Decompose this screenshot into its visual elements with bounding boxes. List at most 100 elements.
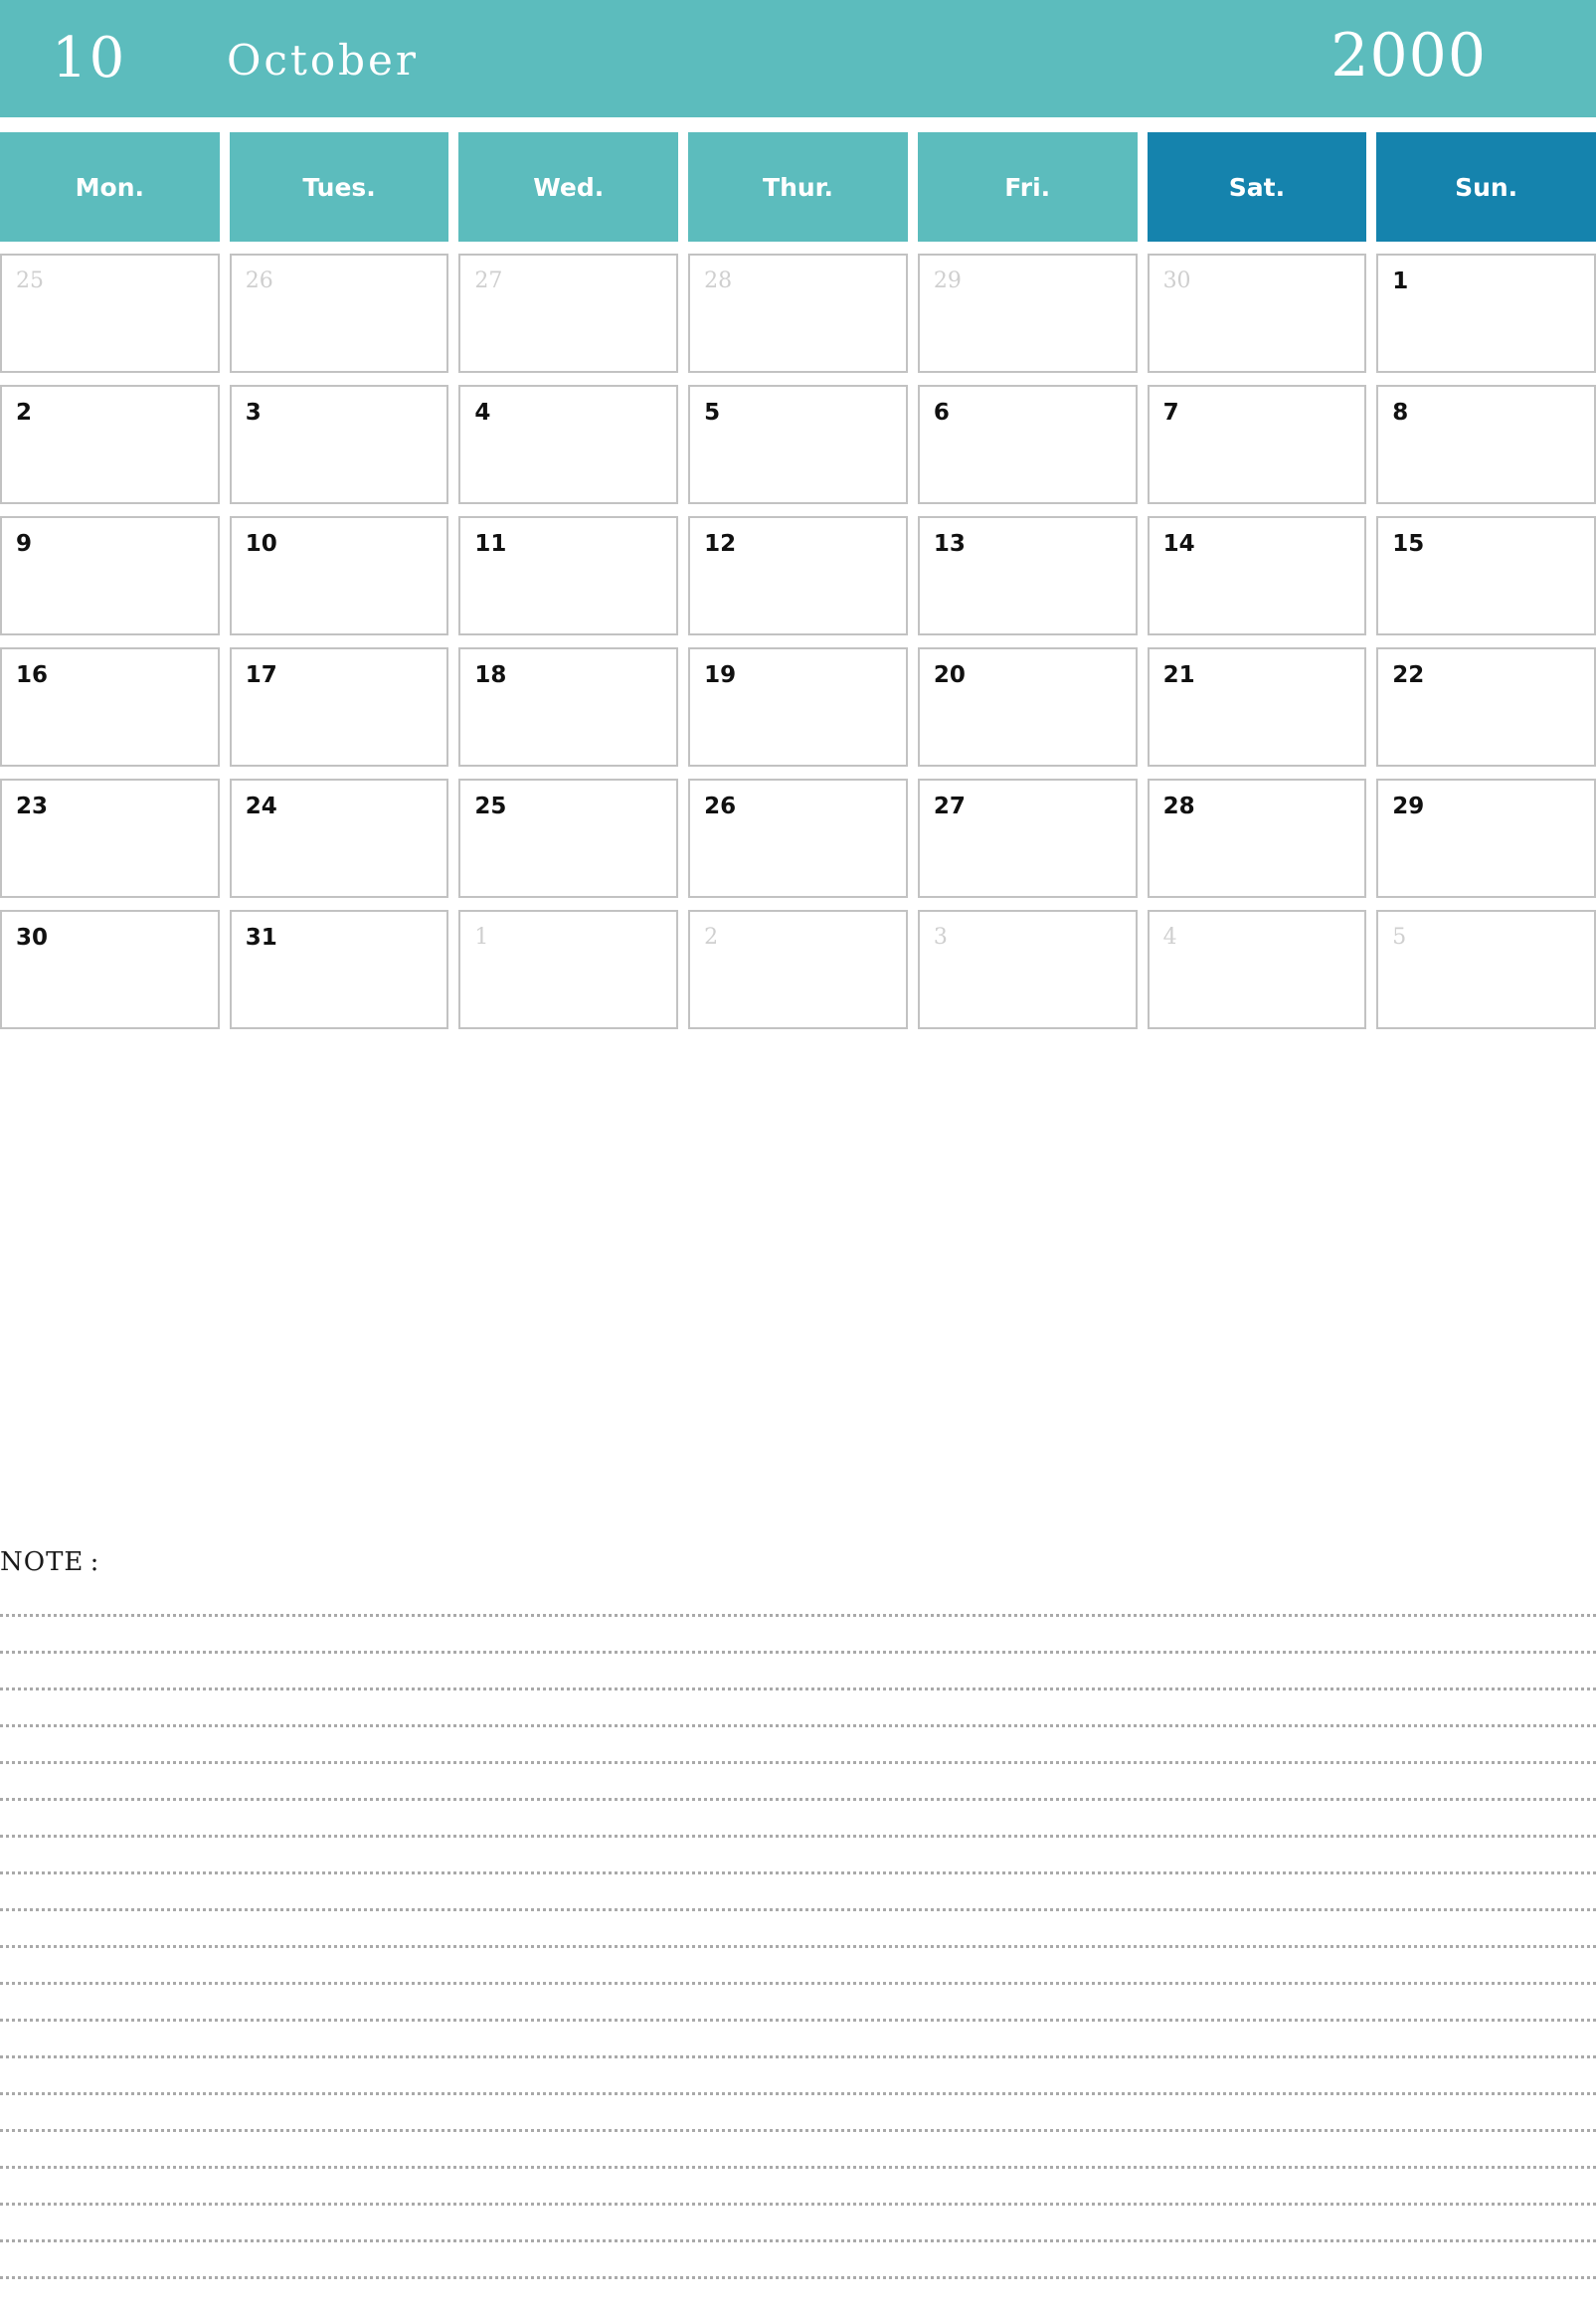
note-rule-line[interactable] <box>0 2279 1596 2310</box>
day-cell[interactable]: 28 <box>1147 779 1367 898</box>
day-cell-adjacent-month[interactable]: 5 <box>1376 910 1596 1029</box>
day-number: 10 <box>245 531 277 557</box>
day-number: 6 <box>933 400 950 426</box>
day-cell[interactable]: 1 <box>1376 254 1596 373</box>
day-number: 24 <box>245 794 277 819</box>
day-number: 13 <box>933 531 966 557</box>
calendar-page: 10 October 2000 Mon. Tues. Wed. Thur. Fri. Sa… <box>0 0 1596 2310</box>
day-number: 8 <box>1392 400 1409 426</box>
day-cell-adjacent-month[interactable]: 4 <box>1147 910 1367 1029</box>
day-cell-adjacent-month[interactable]: 28 <box>688 254 908 373</box>
day-cell[interactable]: 8 <box>1376 385 1596 504</box>
day-number: 27 <box>474 268 503 293</box>
day-number: 28 <box>704 268 733 293</box>
note-section: NOTE : <box>0 1546 1596 2302</box>
day-cell[interactable]: 29 <box>1376 779 1596 898</box>
day-cell[interactable]: 31 <box>229 910 449 1029</box>
day-cell[interactable]: 16 <box>0 647 220 767</box>
weekday-header-row: Mon. Tues. Wed. Thur. Fri. Sat. Sun. <box>0 132 1596 242</box>
day-cell[interactable]: 24 <box>229 779 449 898</box>
day-cell[interactable]: 12 <box>688 516 908 635</box>
calendar-week-row: 30 31 1 2 3 4 5 <box>0 910 1596 1029</box>
day-number: 26 <box>245 268 273 293</box>
calendar-title-bar: 10 October 2000 <box>0 0 1596 117</box>
day-number: 16 <box>16 662 49 688</box>
day-number: 23 <box>16 794 49 819</box>
day-number: 30 <box>16 925 49 951</box>
note-rule-line[interactable] <box>0 2095 1596 2132</box>
day-number: 15 <box>1392 531 1425 557</box>
day-number: 21 <box>1162 662 1195 688</box>
note-rule-line[interactable] <box>0 1580 1596 1617</box>
day-cell-adjacent-month[interactable]: 25 <box>0 254 220 373</box>
note-rule-line[interactable] <box>0 1654 1596 1690</box>
day-cell[interactable]: 18 <box>458 647 679 767</box>
calendar-week-row: 23 24 25 26 27 28 29 <box>0 779 1596 898</box>
note-rule-line[interactable] <box>0 1948 1596 1985</box>
month-name: October <box>227 36 419 85</box>
weekday-header-thur: Thur. <box>688 132 908 242</box>
day-cell[interactable]: 4 <box>458 385 679 504</box>
day-cell[interactable]: 13 <box>917 516 1138 635</box>
day-number: 29 <box>1392 794 1425 819</box>
weekday-header-tues: Tues. <box>229 132 449 242</box>
day-cell-adjacent-month[interactable]: 1 <box>458 910 679 1029</box>
day-number: 25 <box>16 268 44 293</box>
note-rule-line[interactable] <box>0 1911 1596 1948</box>
day-cell-adjacent-month[interactable]: 2 <box>688 910 908 1029</box>
day-cell-adjacent-month[interactable]: 26 <box>229 254 449 373</box>
note-rule-line[interactable] <box>0 2206 1596 2242</box>
note-rule-line[interactable] <box>0 1801 1596 1838</box>
day-cell[interactable]: 5 <box>688 385 908 504</box>
day-cell-adjacent-month[interactable]: 29 <box>917 254 1138 373</box>
day-number: 26 <box>704 794 737 819</box>
weekday-label: Wed. <box>533 172 605 202</box>
day-cell[interactable]: 9 <box>0 516 220 635</box>
note-rule-line[interactable] <box>0 1874 1596 1911</box>
day-cell[interactable]: 22 <box>1376 647 1596 767</box>
day-cell[interactable]: 14 <box>1147 516 1367 635</box>
day-cell-adjacent-month[interactable]: 30 <box>1147 254 1367 373</box>
note-rule-line[interactable] <box>0 1764 1596 1801</box>
day-cell[interactable]: 20 <box>917 647 1138 767</box>
day-number: 2 <box>16 400 33 426</box>
note-rule-line[interactable] <box>0 2242 1596 2279</box>
note-rule-line[interactable] <box>0 2058 1596 2095</box>
day-cell[interactable]: 2 <box>0 385 220 504</box>
day-cell[interactable]: 17 <box>229 647 449 767</box>
note-rule-line[interactable] <box>0 1617 1596 1654</box>
note-rule-line[interactable] <box>0 2132 1596 2169</box>
day-cell[interactable]: 23 <box>0 779 220 898</box>
note-rule-line[interactable] <box>0 1690 1596 1727</box>
calendar-week-row: 16 17 18 19 20 21 22 <box>0 647 1596 767</box>
note-rule-line[interactable] <box>0 1985 1596 2022</box>
day-cell[interactable]: 3 <box>229 385 449 504</box>
note-rule-line[interactable] <box>0 1727 1596 1764</box>
note-rule-line[interactable] <box>0 2022 1596 2058</box>
note-lines[interactable] <box>0 1580 1596 2310</box>
weekday-label: Sat. <box>1228 172 1286 202</box>
day-cell[interactable]: 6 <box>917 385 1138 504</box>
calendar-weeks: 25 26 27 28 29 30 1 2 3 4 5 6 7 8 9 10 11 12 13 14 15 16 17 18 1… <box>0 254 1596 1029</box>
note-rule-line[interactable] <box>0 2169 1596 2206</box>
day-cell-adjacent-month[interactable]: 27 <box>458 254 679 373</box>
day-cell[interactable]: 27 <box>917 779 1138 898</box>
day-cell[interactable]: 15 <box>1376 516 1596 635</box>
day-number: 3 <box>933 925 948 950</box>
day-cell[interactable]: 11 <box>458 516 679 635</box>
day-cell[interactable]: 10 <box>229 516 449 635</box>
note-rule-line[interactable] <box>0 1838 1596 1874</box>
day-cell[interactable]: 30 <box>0 910 220 1029</box>
weekday-header-fri: Fri. <box>917 132 1138 242</box>
day-cell-adjacent-month[interactable]: 3 <box>917 910 1138 1029</box>
day-number: 22 <box>1392 662 1425 688</box>
year-label: 2000 <box>1330 21 1487 90</box>
day-cell[interactable]: 7 <box>1147 385 1367 504</box>
calendar-grid: Mon. Tues. Wed. Thur. Fri. Sat. Sun. 25 26 27 28 2… <box>0 132 1596 1041</box>
day-cell[interactable]: 21 <box>1147 647 1367 767</box>
day-cell[interactable]: 26 <box>688 779 908 898</box>
day-cell[interactable]: 19 <box>688 647 908 767</box>
day-number: 7 <box>1162 400 1179 426</box>
day-cell[interactable]: 25 <box>458 779 679 898</box>
day-number: 29 <box>933 268 962 293</box>
